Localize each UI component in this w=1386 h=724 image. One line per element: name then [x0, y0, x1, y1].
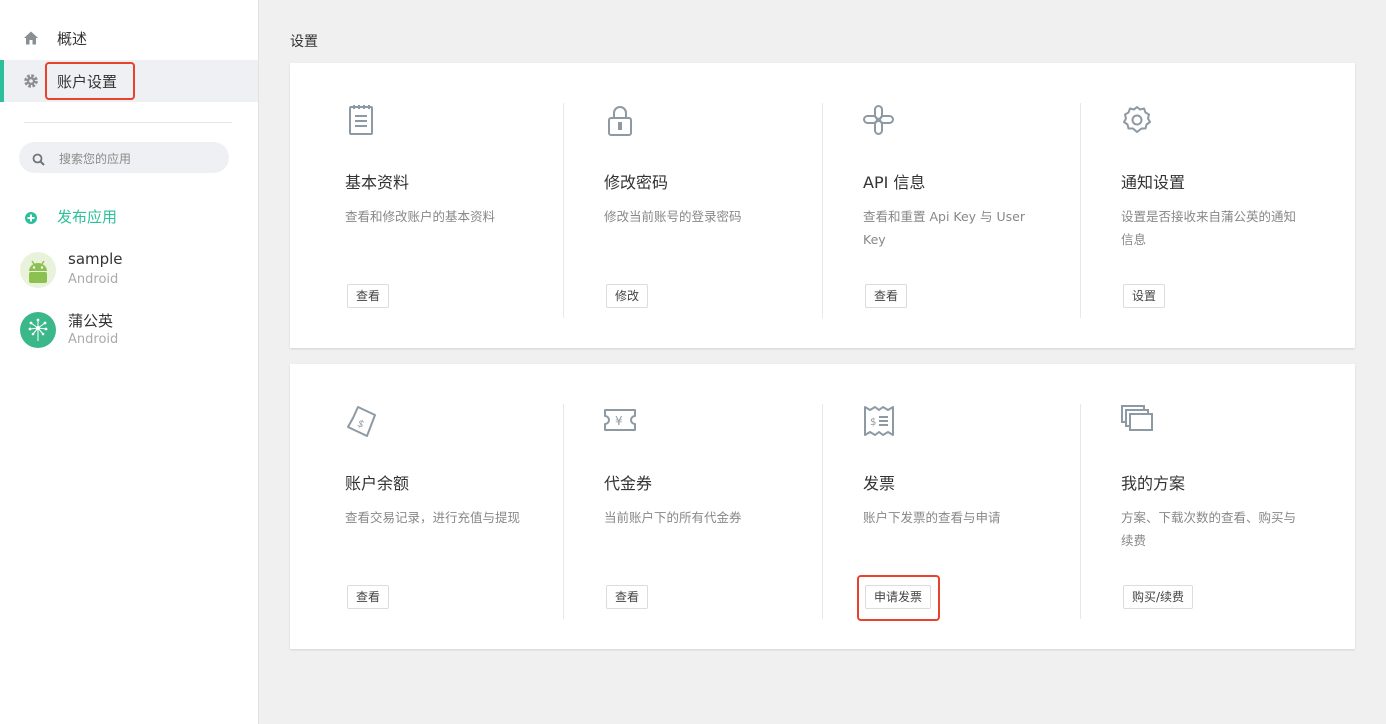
setting-description: 设置是否接收来自蒲公英的通知信息 — [1121, 209, 1297, 247]
app-platform: Android — [68, 332, 119, 347]
setting-notifications: 通知设置 设置是否接收来自蒲公英的通知信息 设置 — [1080, 63, 1338, 348]
gear-icon — [1120, 103, 1154, 137]
setting-change-password: 修改密码 修改当前账号的登录密码 修改 — [563, 63, 821, 348]
sidebar: 概述 账户设置 搜索您的应用 发布应用 sample Android 蒲公英 A… — [0, 0, 259, 724]
column-divider — [563, 103, 564, 318]
app-name: 蒲公英 — [68, 312, 114, 330]
android-icon — [20, 252, 56, 288]
view-api-info-button[interactable]: 查看 — [865, 284, 908, 308]
money-note-icon: $ — [344, 404, 378, 438]
home-icon — [23, 30, 39, 46]
nav-account-settings-label: 账户设置 — [57, 73, 118, 91]
app-platform: Android — [68, 272, 119, 287]
app-search-input[interactable]: 搜索您的应用 — [19, 142, 229, 173]
search-placeholder: 搜索您的应用 — [59, 152, 132, 166]
publish-app-label: 发布应用 — [57, 208, 118, 226]
setting-invoices: $ 发票 账户下发票的查看与申请 申请发票 — [822, 364, 1080, 649]
setting-title: 发票 — [863, 474, 896, 493]
svg-text:$: $ — [355, 418, 365, 431]
change-password-button[interactable]: 修改 — [606, 284, 649, 308]
page-title: 设置 — [290, 34, 318, 50]
sidebar-divider — [24, 122, 232, 123]
column-divider — [1080, 103, 1081, 318]
setting-description: 当前账户下的所有代金券 — [604, 510, 742, 525]
setting-description: 查看和修改账户的基本资料 — [345, 209, 496, 224]
notification-settings-button[interactable]: 设置 — [1123, 284, 1166, 308]
plus-circle-icon — [24, 210, 38, 224]
setting-vouchers: ¥ 代金券 当前账户下的所有代金券 查看 — [563, 364, 821, 649]
setting-description: 查看和重置 Api Key 与 User Key — [863, 209, 1026, 247]
view-vouchers-button[interactable]: 查看 — [606, 585, 649, 609]
app-item-dandelion[interactable]: 蒲公英 Android — [20, 310, 250, 354]
setting-title: API 信息 — [863, 173, 926, 192]
yen-ticket-icon: ¥ — [603, 404, 637, 438]
nav-account-settings[interactable]: 账户设置 — [0, 60, 258, 102]
nav-overview[interactable]: 概述 — [0, 17, 258, 59]
setting-title: 基本资料 — [345, 173, 410, 192]
app-item-sample[interactable]: sample Android — [20, 250, 250, 294]
column-divider — [563, 404, 564, 619]
settings-card-billing: $ 账户余额 查看交易记录，进行充值与提现 查看 ¥ 代金券 当前账户下的所有代… — [290, 364, 1355, 649]
view-profile-button[interactable]: 查看 — [347, 284, 390, 308]
gear-icon — [23, 73, 39, 89]
setting-title: 账户余额 — [345, 474, 410, 493]
settings-card-account: 基本资料 查看和修改账户的基本资料 查看 修改密码 修改当前账号的登录密码 修改… — [290, 63, 1355, 348]
setting-title: 我的方案 — [1121, 474, 1186, 493]
app-name: sample — [68, 250, 123, 268]
setting-my-plan: 我的方案 方案、下载次数的查看、购买与续费 购买/续费 — [1080, 364, 1338, 649]
document-icon — [344, 103, 378, 137]
svg-text:¥: ¥ — [615, 414, 623, 428]
setting-description: 方案、下载次数的查看、购买与续费 — [1121, 510, 1297, 548]
setting-title: 通知设置 — [1121, 173, 1186, 192]
receipt-icon: $ — [862, 404, 896, 438]
setting-basic-profile: 基本资料 查看和修改账户的基本资料 查看 — [290, 63, 548, 348]
dandelion-icon — [20, 312, 56, 348]
setting-title: 修改密码 — [604, 173, 669, 192]
column-divider — [822, 103, 823, 318]
column-divider — [822, 404, 823, 619]
view-balance-button[interactable]: 查看 — [347, 585, 390, 609]
column-divider — [1080, 404, 1081, 619]
lock-icon — [603, 103, 637, 137]
purchase-renew-button[interactable]: 购买/续费 — [1123, 585, 1194, 609]
svg-text:$: $ — [870, 417, 876, 428]
stacked-windows-icon — [1120, 404, 1154, 438]
setting-api-info: API 信息 查看和重置 Api Key 与 User Key 查看 — [822, 63, 1080, 348]
setting-title: 代金券 — [604, 474, 653, 493]
setting-account-balance: $ 账户余额 查看交易记录，进行充值与提现 查看 — [290, 364, 548, 649]
setting-description: 账户下发票的查看与申请 — [863, 510, 1001, 525]
search-icon — [32, 151, 45, 166]
setting-description: 修改当前账号的登录密码 — [604, 209, 742, 224]
setting-description: 查看交易记录，进行充值与提现 — [345, 510, 521, 525]
api-link-icon — [862, 103, 896, 137]
nav-overview-label: 概述 — [57, 30, 88, 48]
apply-invoice-button[interactable]: 申请发票 — [865, 585, 932, 609]
